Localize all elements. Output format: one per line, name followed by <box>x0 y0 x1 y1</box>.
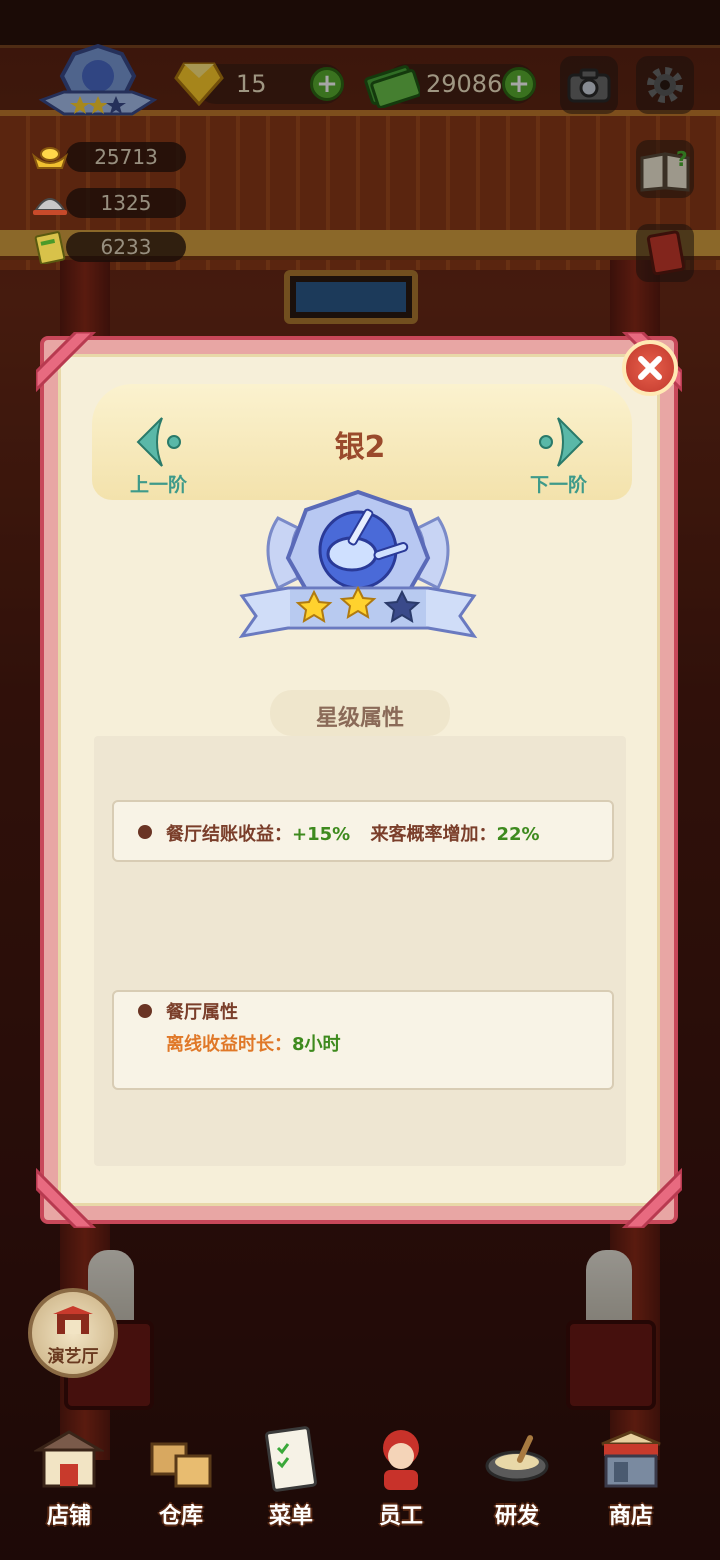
staff-icon <box>383 1430 419 1490</box>
nav-shop[interactable]: 店铺 <box>14 1410 124 1530</box>
nav-store[interactable]: 商店 <box>576 1410 686 1530</box>
nav-research-label: 研发 <box>494 1504 539 1529</box>
gold-ingot-icon <box>31 147 69 169</box>
nav-staff-label: 员工 <box>378 1504 423 1529</box>
prev-tier-label[interactable]: 上一阶 <box>130 470 187 497</box>
theater-hall-label[interactable]: 演艺厅 <box>28 1342 118 1367</box>
nav-menu-label: 菜单 <box>268 1504 313 1529</box>
theater-icon <box>53 1306 93 1334</box>
close-icon <box>638 356 662 380</box>
next-tier-arrow-icon[interactable] <box>528 412 588 472</box>
visit-bonus-value: 22% <box>496 824 540 845</box>
book-icon <box>34 231 66 264</box>
close-button[interactable] <box>622 340 678 396</box>
visit-bonus-label: 来客概率增加： <box>370 824 497 845</box>
attributes-title: 餐厅属性 <box>166 1002 238 1023</box>
nav-research[interactable]: 研发 <box>462 1410 572 1530</box>
bottom-nav: 店铺 仓库 菜单 员工 研发 商店 <box>0 1410 720 1560</box>
offline-duration-value: 8小时 <box>292 1034 341 1055</box>
checkout-bonus-value: +15% <box>292 824 351 845</box>
prev-tier-arrow-icon[interactable] <box>132 412 192 472</box>
offline-duration-label: 离线收益时长： <box>166 1034 292 1055</box>
store-icon <box>601 1430 661 1488</box>
nav-warehouse-label: 仓库 <box>158 1504 203 1529</box>
checkout-bonus-label: 餐厅结账收益： <box>166 824 292 845</box>
star-bonus-card: 餐厅结账收益：+15% 来客概率增加：22% <box>112 800 614 862</box>
bullet-dot <box>138 825 152 839</box>
menu-icon <box>265 1426 317 1492</box>
nav-menu[interactable]: 菜单 <box>236 1410 346 1530</box>
restaurant-attributes-card: 餐厅属性 离线收益时长：8小时 <box>112 990 614 1090</box>
nav-staff[interactable]: 员工 <box>346 1410 456 1530</box>
corner-ribbon-top-left <box>36 332 97 393</box>
section-title: 星级属性 <box>315 706 404 731</box>
shop-icon <box>34 1430 104 1488</box>
research-icon <box>485 1435 549 1482</box>
tier-title: 银2 <box>334 430 386 465</box>
nav-shop-label: 店铺 <box>46 1504 91 1529</box>
nav-warehouse[interactable]: 仓库 <box>126 1410 236 1530</box>
bullet-dot <box>138 1004 152 1018</box>
nav-store-label: 商店 <box>608 1504 653 1529</box>
next-tier-label[interactable]: 下一阶 <box>530 470 587 497</box>
warehouse-icon <box>150 1442 212 1488</box>
silver-rank-badge-icon <box>238 489 478 639</box>
serving-cloche-icon <box>33 198 67 215</box>
